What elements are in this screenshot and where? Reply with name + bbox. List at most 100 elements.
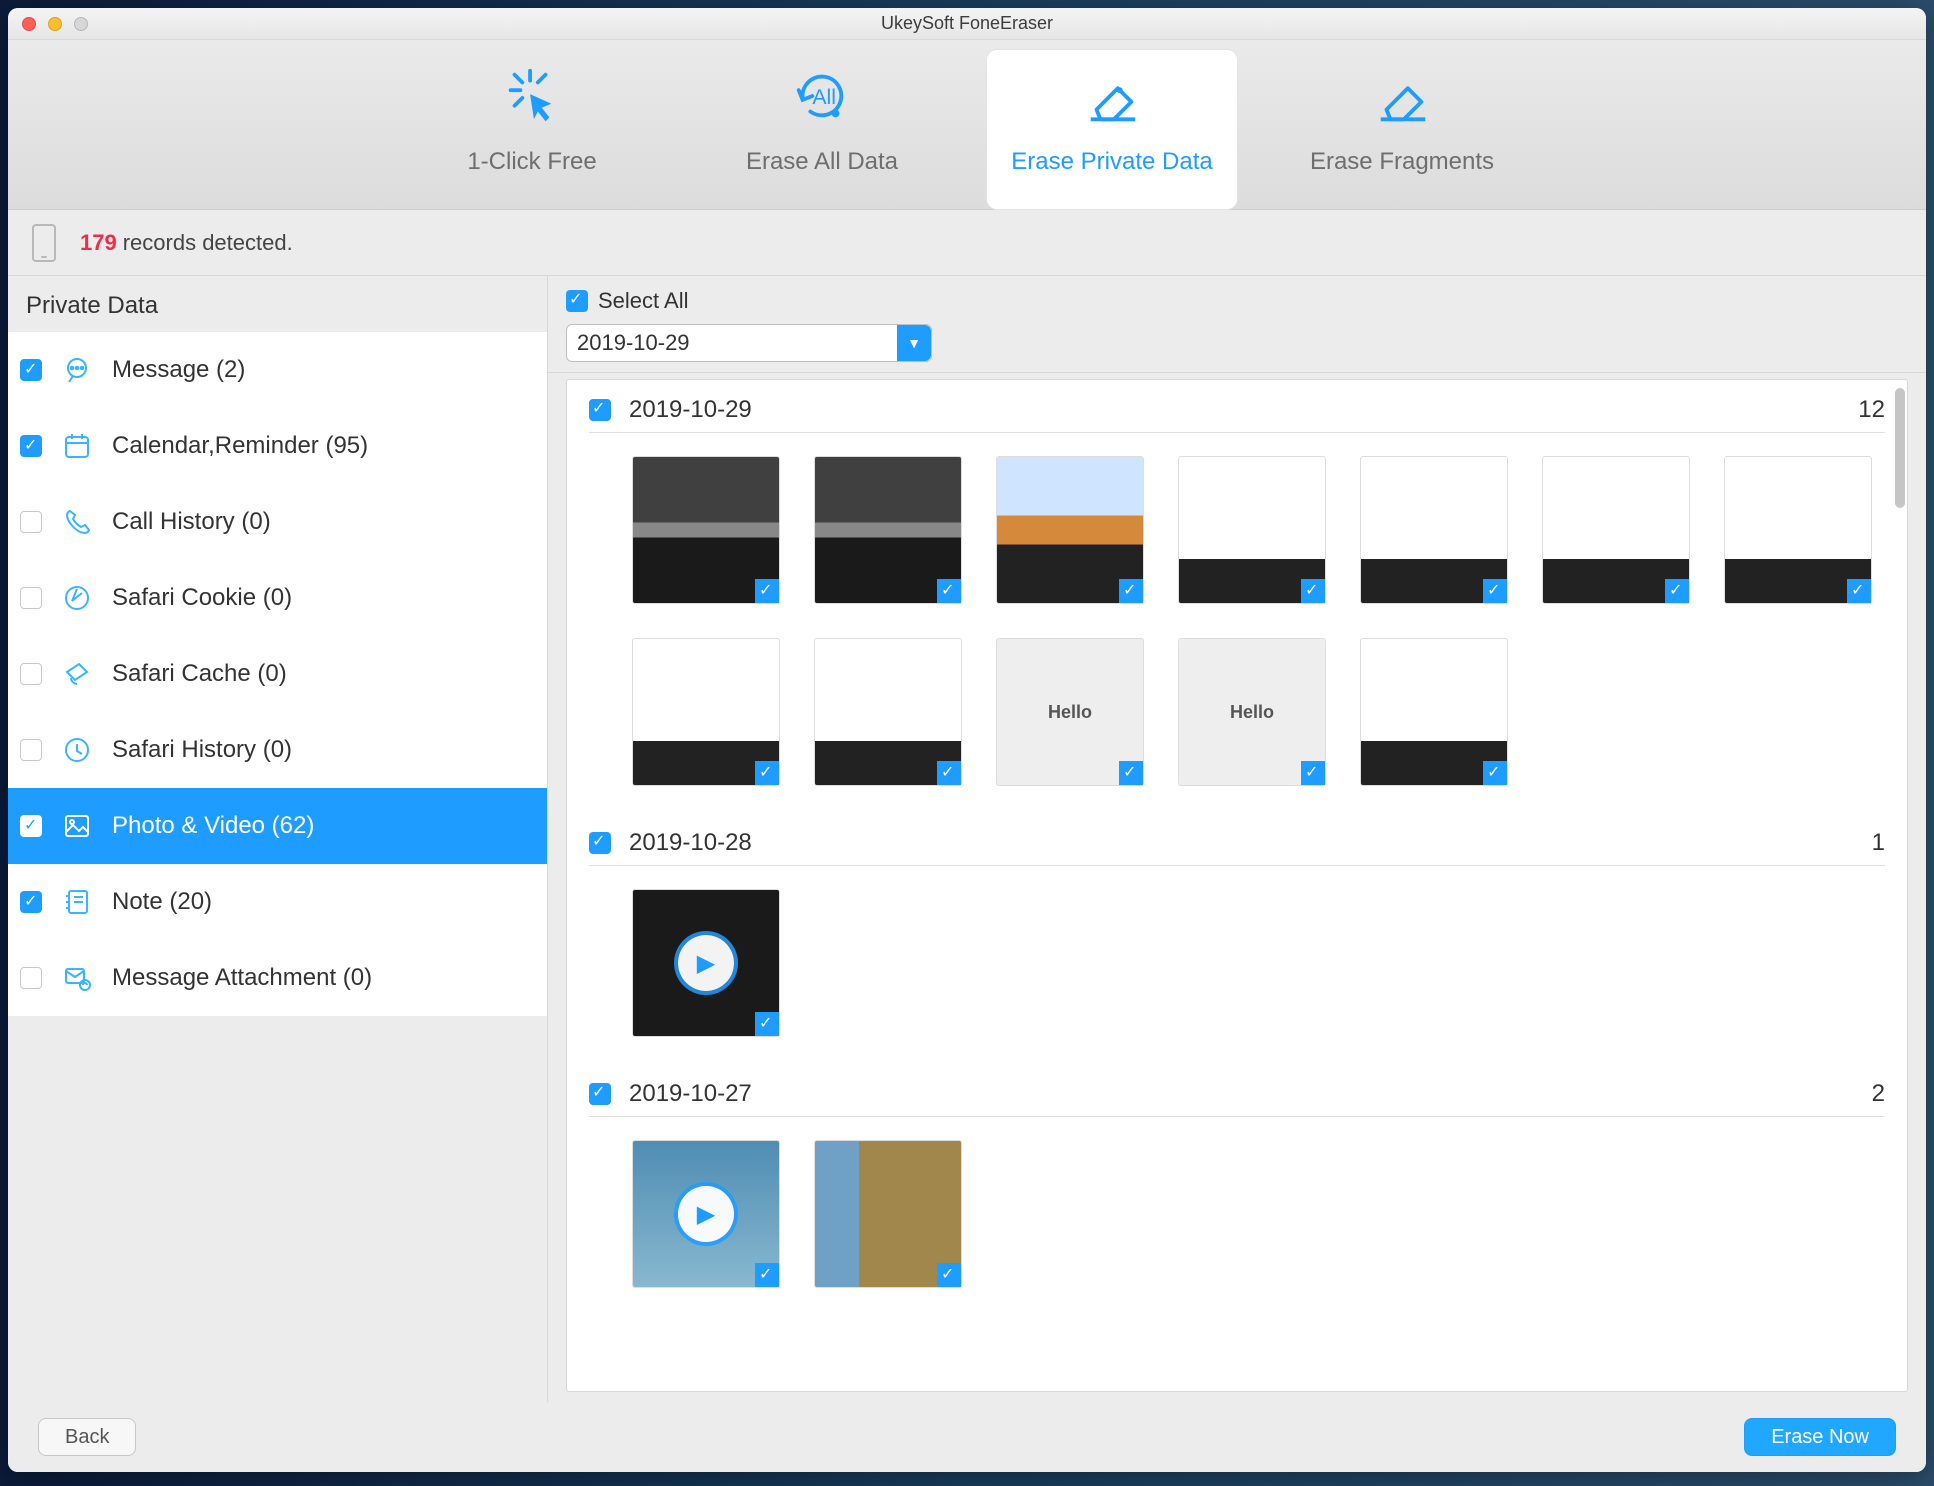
photo-thumbnail[interactable] xyxy=(1543,457,1689,603)
thumb-checkbox[interactable] xyxy=(1119,579,1143,603)
sidebar-item-label: Note (20) xyxy=(112,888,212,916)
sidebar-item[interactable]: Message Attachment (0) xyxy=(8,940,547,1016)
group-header[interactable]: 2019-10-272 xyxy=(589,1080,1885,1117)
sidebar-item[interactable]: Photo & Video (62) xyxy=(8,788,547,864)
thumb-checkbox[interactable] xyxy=(1119,761,1143,785)
back-button[interactable]: Back xyxy=(38,1418,136,1456)
group-header[interactable]: 2019-10-28 1 xyxy=(589,829,1885,866)
footer: Back Erase Now xyxy=(8,1402,1926,1472)
photo-list[interactable]: 2019-10-2912 2019-10-28 1 ▶ 2019-10-272 ▶ xyxy=(566,379,1908,1392)
sidebar-title: Private Data xyxy=(8,276,547,332)
thumb-checkbox[interactable] xyxy=(755,1263,779,1287)
date-filter-value: 2019-10-29 xyxy=(577,330,690,356)
cursor-click-icon xyxy=(500,64,564,128)
thumb-checkbox[interactable] xyxy=(1665,579,1689,603)
photo-thumbnail[interactable] xyxy=(633,457,779,603)
status-bar: 179 records detected. xyxy=(8,210,1926,276)
select-all-row[interactable]: Select All xyxy=(566,288,1908,314)
sidebar-checkbox[interactable] xyxy=(20,739,42,761)
eraser-fragments-icon xyxy=(1370,64,1434,128)
thumb-checkbox[interactable] xyxy=(755,1012,779,1036)
sidebar-item[interactable]: Safari Cache (0) xyxy=(8,636,547,712)
photo-group: 2019-10-272 ▶ xyxy=(567,1064,1907,1315)
thumb-checkbox[interactable] xyxy=(755,579,779,603)
thumb-checkbox[interactable] xyxy=(1301,579,1325,603)
thumb-checkbox[interactable] xyxy=(937,761,961,785)
erase-all-icon: All xyxy=(790,64,854,128)
thumb-checkbox[interactable] xyxy=(937,1263,961,1287)
photo-thumbnail[interactable] xyxy=(1179,457,1325,603)
sidebar-item-icon xyxy=(60,885,94,919)
thumb-checkbox[interactable] xyxy=(1847,579,1871,603)
thumb-checkbox[interactable] xyxy=(1301,761,1325,785)
photo-thumbnail[interactable]: ▶ xyxy=(633,1141,779,1287)
tab-erase-fragments[interactable]: Erase Fragments xyxy=(1277,50,1527,209)
sidebar-checkbox[interactable] xyxy=(20,891,42,913)
photo-thumbnail[interactable] xyxy=(997,457,1143,603)
window-title: UkeySoft FoneEraser xyxy=(8,13,1926,34)
sidebar-checkbox[interactable] xyxy=(20,359,42,381)
sidebar-item-icon xyxy=(60,505,94,539)
group-checkbox[interactable] xyxy=(589,832,611,854)
chevron-down-icon: ▼ xyxy=(897,325,931,361)
sidebar-item[interactable]: Safari History (0) xyxy=(8,712,547,788)
group-date: 2019-10-27 xyxy=(629,1080,752,1108)
photo-group: 2019-10-2912 xyxy=(567,380,1907,813)
sidebar-item-icon xyxy=(60,353,94,387)
group-date: 2019-10-28 xyxy=(629,829,752,857)
sidebar-checkbox[interactable] xyxy=(20,967,42,989)
sidebar-list: Message (2) Calendar,Reminder (95)Call Hi… xyxy=(8,332,547,1402)
photo-thumbnail[interactable]: ▶ xyxy=(633,890,779,1036)
sidebar-checkbox[interactable] xyxy=(20,663,42,685)
photo-thumbnail[interactable] xyxy=(1725,457,1871,603)
photo-thumbnail[interactable] xyxy=(815,1141,961,1287)
sidebar-item[interactable]: Calendar,Reminder (95) xyxy=(8,408,547,484)
sidebar-item-label: Safari Cache (0) xyxy=(112,660,287,688)
photo-thumbnail[interactable] xyxy=(1361,639,1507,785)
scrollbar[interactable] xyxy=(1895,388,1905,508)
photo-thumbnail[interactable] xyxy=(1361,457,1507,603)
photo-thumbnail[interactable] xyxy=(815,457,961,603)
sidebar-item-label: Message (2) xyxy=(112,356,245,384)
thumb-checkbox[interactable] xyxy=(755,761,779,785)
thumb-checkbox[interactable] xyxy=(1483,761,1507,785)
photo-group: 2019-10-28 1 ▶ xyxy=(567,813,1907,1064)
sidebar-item[interactable]: Message (2) xyxy=(8,332,547,408)
photo-thumbnail[interactable] xyxy=(997,639,1143,785)
phone-icon xyxy=(32,224,56,262)
select-all-checkbox[interactable] xyxy=(566,290,588,312)
sidebar-checkbox[interactable] xyxy=(20,435,42,457)
sidebar-checkbox[interactable] xyxy=(20,587,42,609)
sidebar-item[interactable]: Note (20) xyxy=(8,864,547,940)
date-filter-select[interactable]: 2019-10-29 ▼ xyxy=(566,324,932,362)
tab-erase-private-data[interactable]: Erase Private Data xyxy=(987,50,1237,209)
eraser-icon xyxy=(1080,64,1144,128)
sidebar-checkbox[interactable] xyxy=(20,815,42,837)
sidebar-item-icon xyxy=(60,581,94,615)
group-count: 1 xyxy=(1872,829,1885,857)
sidebar-item-label: Photo & Video (62) xyxy=(112,812,314,840)
thumb-grid: ▶ xyxy=(589,866,1885,1044)
thumb-grid: ▶ xyxy=(589,1117,1885,1295)
group-checkbox[interactable] xyxy=(589,399,611,421)
photo-thumbnail[interactable] xyxy=(633,639,779,785)
thumb-checkbox[interactable] xyxy=(1483,579,1507,603)
group-header[interactable]: 2019-10-2912 xyxy=(589,396,1885,433)
tab-1-click-free[interactable]: 1-Click Free xyxy=(407,50,657,209)
sidebar-checkbox[interactable] xyxy=(20,511,42,533)
thumb-checkbox[interactable] xyxy=(937,579,961,603)
content-header: Select All 2019-10-29 ▼ xyxy=(548,276,1926,373)
sidebar-item[interactable]: Safari Cookie (0) xyxy=(8,560,547,636)
sidebar-item[interactable]: Call History (0) xyxy=(8,484,547,560)
sidebar-item-icon xyxy=(60,733,94,767)
tab-erase-all-data[interactable]: All Erase All Data xyxy=(697,50,947,209)
group-checkbox[interactable] xyxy=(589,1083,611,1105)
play-icon: ▶ xyxy=(678,935,734,991)
erase-now-button[interactable]: Erase Now xyxy=(1744,1418,1896,1456)
main-split: Private Data Message (2) Calendar,Reminde… xyxy=(8,276,1926,1402)
photo-thumbnail[interactable] xyxy=(815,639,961,785)
photo-thumbnail[interactable] xyxy=(1179,639,1325,785)
svg-text:All: All xyxy=(812,85,836,109)
sidebar-item-icon xyxy=(60,657,94,691)
sidebar-item-icon xyxy=(60,429,94,463)
